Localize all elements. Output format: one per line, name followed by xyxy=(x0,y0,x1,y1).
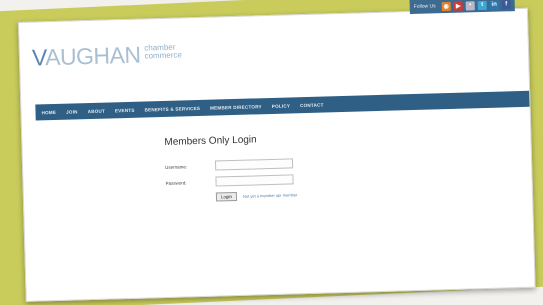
nav-item-contact[interactable]: CONTACT xyxy=(300,102,324,108)
youtube-icon[interactable]: ▶ xyxy=(453,1,463,11)
logo-initial: V xyxy=(31,44,46,71)
nav-item-home[interactable]: HOME xyxy=(41,109,56,114)
twitter-icon[interactable]: t xyxy=(477,0,487,10)
username-label: Username: xyxy=(165,163,188,170)
logo-tagline-line2: commerce xyxy=(144,50,182,61)
logo-tagline: chamber commerce xyxy=(144,43,182,61)
facebook-icon[interactable]: f xyxy=(501,0,511,9)
rss-icon[interactable]: ◉ xyxy=(441,1,451,11)
login-form: Members Only Login Username: Password: L… xyxy=(164,133,297,203)
follow-us-bar: Follow Us ◉ ▶ • t in f xyxy=(409,0,515,15)
nav-item-member-directory[interactable]: MEMBER DIRECTORY xyxy=(210,104,262,110)
username-row: Username: xyxy=(165,158,297,172)
username-input[interactable] xyxy=(214,158,294,171)
nav-item-join[interactable]: JOIN xyxy=(66,109,78,114)
logo-name: AUGHAN xyxy=(44,41,141,71)
flickr-icon[interactable]: • xyxy=(465,0,475,10)
site-logo[interactable]: VAUGHAN chamber commerce xyxy=(31,41,182,71)
main-navigation: HOME JOIN ABOUT EVENTS BENEFITS & SERVIC… xyxy=(35,90,530,121)
screenshot-scene: Follow Us ◉ ▶ • t in f VAUGHAN chamber c… xyxy=(0,0,543,305)
forgot-password-link[interactable]: Not yet a member apr member xyxy=(243,192,298,199)
nav-item-about[interactable]: ABOUT xyxy=(88,108,105,113)
login-button[interactable]: Login xyxy=(215,191,238,202)
page-title: Members Only Login xyxy=(164,134,257,148)
password-input[interactable] xyxy=(215,174,294,187)
nav-item-policy[interactable]: POLICY xyxy=(272,103,290,109)
website-card: Follow Us ◉ ▶ • t in f VAUGHAN chamber c… xyxy=(18,0,536,302)
password-label: Password: xyxy=(165,179,187,186)
password-row: Password: xyxy=(165,174,297,188)
logo-wordmark: VAUGHAN xyxy=(31,41,141,71)
nav-item-benefits-services[interactable]: BENEFITS & SERVICES xyxy=(144,105,200,112)
login-actions: Login Not yet a member apr member xyxy=(215,190,298,202)
linkedin-icon[interactable]: in xyxy=(489,0,499,10)
follow-us-label: Follow Us xyxy=(413,3,436,10)
nav-item-events[interactable]: EVENTS xyxy=(115,107,135,113)
